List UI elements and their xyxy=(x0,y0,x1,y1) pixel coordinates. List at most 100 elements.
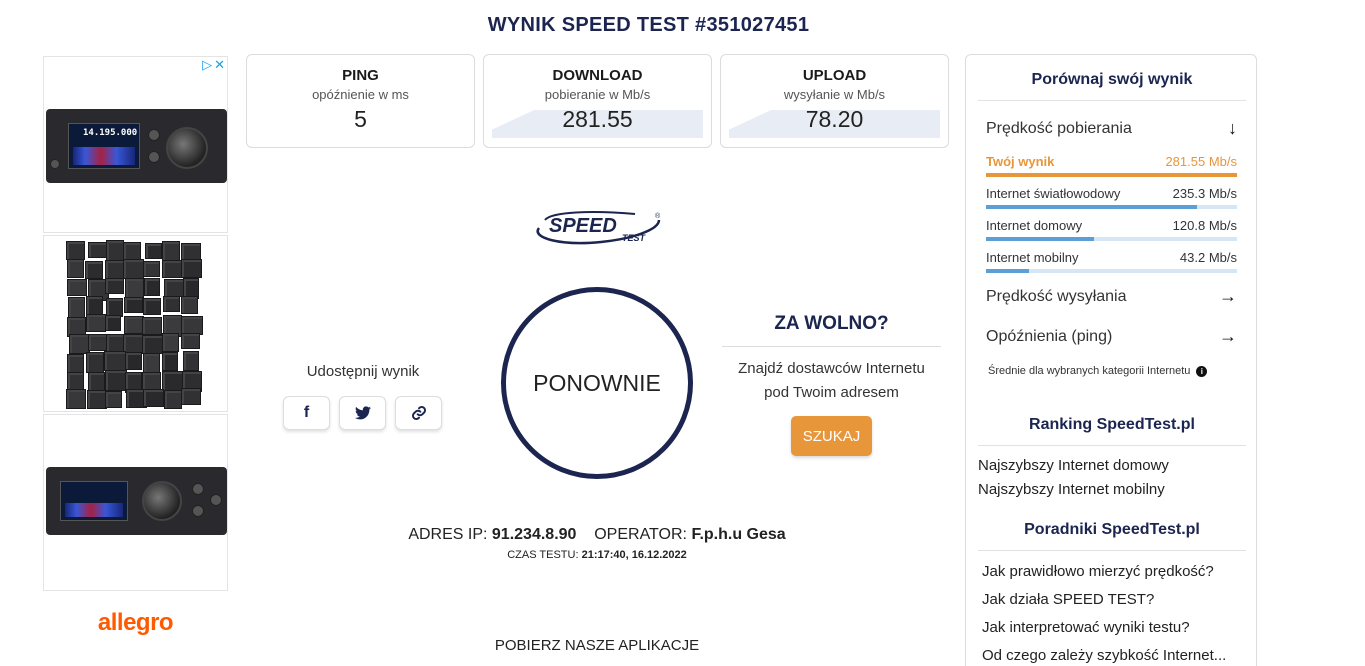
foam-block xyxy=(68,297,85,318)
upload-subtitle: wysyłanie w Mb/s xyxy=(783,87,886,102)
foam-block xyxy=(66,371,85,390)
download-speed-toggle[interactable]: Prędkość pobierania ↓ xyxy=(986,118,1237,139)
compare-row-label: Internet światłowodowy xyxy=(986,186,1121,201)
compare-row-label: Twój wynik xyxy=(986,154,1055,169)
facebook-icon: f xyxy=(303,404,310,421)
test-time-label: CZAS TESTU: xyxy=(507,549,579,561)
operator-label: OPERATOR: xyxy=(594,526,687,543)
radio-knob xyxy=(142,481,182,521)
radio-image xyxy=(46,467,227,535)
upload-title: UPLOAD xyxy=(802,67,867,84)
download-apps-heading: POBIERZ NASZE APLIKACJE xyxy=(494,637,700,654)
compare-row-label: Internet domowy xyxy=(986,218,1083,233)
radio-screen xyxy=(60,481,128,521)
compare-row-fiber: Internet światłowodowy 235.3 Mb/s xyxy=(986,186,1237,209)
download-speed-label: Prędkość pobierania xyxy=(986,119,1132,137)
foam-block xyxy=(143,278,160,297)
info-icon[interactable]: i xyxy=(1196,365,1208,377)
radio-screen: 14.195.000 xyxy=(68,123,140,169)
test-time-value: 21:17:40, 16.12.2022 xyxy=(581,549,687,561)
link-icon xyxy=(411,406,426,420)
compare-row-track xyxy=(986,269,1237,273)
foam-block xyxy=(181,316,203,335)
guide-link[interactable]: Jak interpretować wyniki testu? xyxy=(982,619,1190,636)
allegro-logo[interactable]: allegro xyxy=(43,609,228,637)
averages-note-text: Średnie dla wybranych kategorii Internet… xyxy=(988,365,1191,377)
radio-small-knob xyxy=(50,159,60,169)
radio-small-knob xyxy=(148,151,160,163)
foam-block xyxy=(86,389,108,409)
ping-subtitle: opóźnienie w ms xyxy=(312,87,409,102)
download-subtitle: pobieranie w Mb/s xyxy=(544,87,651,102)
foam-block xyxy=(143,260,160,277)
compare-row-fill xyxy=(986,173,1237,177)
foam-block xyxy=(105,390,122,408)
ad-choices-icon[interactable]: ▷✕ xyxy=(202,57,227,73)
radio-small-knob xyxy=(148,129,160,141)
ping-compare-label: Opóźnienia (ping) xyxy=(986,327,1113,345)
restart-test-button[interactable]: PONOWNIE xyxy=(501,287,693,479)
arrow-right-icon: → xyxy=(1219,286,1237,306)
compare-divider xyxy=(978,100,1246,101)
too-slow-line-2: pod Twoim adresem xyxy=(764,384,899,401)
upload-card: UPLOAD wysyłanie w Mb/s 78.20 xyxy=(720,54,949,148)
radio-spectrum xyxy=(65,503,123,517)
facebook-share-button[interactable]: f xyxy=(283,396,330,430)
compare-row-fill xyxy=(986,269,1029,273)
compare-row-value: 43.2 Mb/s xyxy=(1179,250,1237,265)
radio-frequency: 14.195.000 xyxy=(83,128,138,138)
ip-value: 91.234.8.90 xyxy=(491,526,577,543)
ad-card-radio-2[interactable] xyxy=(43,414,228,591)
ranking-link-home[interactable]: Najszybszy Internet domowy xyxy=(978,457,1169,474)
radio-knob xyxy=(166,127,208,169)
logo-word: SPEED xyxy=(549,215,617,237)
foam-block xyxy=(161,332,180,352)
guide-link[interactable]: Jak działa SPEED TEST? xyxy=(982,591,1154,608)
foam-block xyxy=(105,369,127,391)
operator-value: F.p.h.u Gesa xyxy=(691,526,786,543)
foam-block xyxy=(104,351,126,371)
foam-block xyxy=(182,351,200,372)
too-slow-line-1: Znajdź dostawców Internetu xyxy=(738,360,925,377)
upload-speed-toggle[interactable]: Prędkość wysyłania → xyxy=(986,286,1237,307)
foam-block xyxy=(125,277,144,298)
foam-block xyxy=(123,296,143,314)
foam-block xyxy=(104,314,122,332)
ping-title: PING xyxy=(342,67,379,84)
logo-sub: TEST xyxy=(622,233,647,243)
page-title: WYNIK SPEED TEST #351027451 xyxy=(487,14,810,36)
copy-link-button[interactable] xyxy=(395,396,442,430)
search-button-label: SZUKAJ xyxy=(802,427,861,445)
ping-toggle[interactable]: Opóźnienia (ping) → xyxy=(986,326,1237,347)
arrow-right-icon: → xyxy=(1219,326,1237,346)
twitter-share-button[interactable] xyxy=(339,396,386,430)
ranking-link-mobile[interactable]: Najszybszy Internet mobilny xyxy=(978,481,1165,498)
guide-link[interactable]: Od czego zależy szybkość Internet... xyxy=(982,647,1226,664)
foam-block xyxy=(163,390,183,409)
ip-label: ADRES IP: xyxy=(408,526,488,543)
ad-card-radio-1[interactable]: ▷✕ 14.195.000 xyxy=(43,56,228,233)
foam-block xyxy=(161,371,183,392)
speedtest-logo[interactable]: SPEED TEST ® xyxy=(531,206,666,246)
radio-image: 14.195.000 xyxy=(46,109,227,183)
compare-row-track xyxy=(986,205,1237,209)
foam-block xyxy=(124,315,144,335)
foam-block xyxy=(142,316,162,336)
ip-operator-line: ADRES IP: 91.234.8.90 OPERATOR: F.p.h.u … xyxy=(300,526,894,544)
ad-column[interactable]: ▷✕ 14.195.000 allegro xyxy=(43,56,228,637)
compare-row-label: Internet mobilny xyxy=(986,250,1079,265)
ad-card-foam[interactable] xyxy=(43,235,228,412)
foam-block xyxy=(181,295,198,315)
radio-small-knob xyxy=(210,494,222,506)
compare-row-mobile: Internet mobilny 43.2 Mb/s xyxy=(986,250,1237,273)
guide-link[interactable]: Jak prawidłowo mierzyć prędkość? xyxy=(982,563,1214,580)
foam-block xyxy=(181,333,201,350)
too-slow-divider xyxy=(722,346,941,347)
twitter-icon xyxy=(354,406,371,420)
foam-block xyxy=(143,352,160,374)
ranking-title: Ranking SpeedTest.pl xyxy=(1029,416,1195,433)
upload-value: 78.20 xyxy=(805,106,864,132)
foam-block xyxy=(105,240,124,261)
radio-small-knob xyxy=(192,505,204,517)
search-providers-button[interactable]: SZUKAJ xyxy=(791,416,872,456)
